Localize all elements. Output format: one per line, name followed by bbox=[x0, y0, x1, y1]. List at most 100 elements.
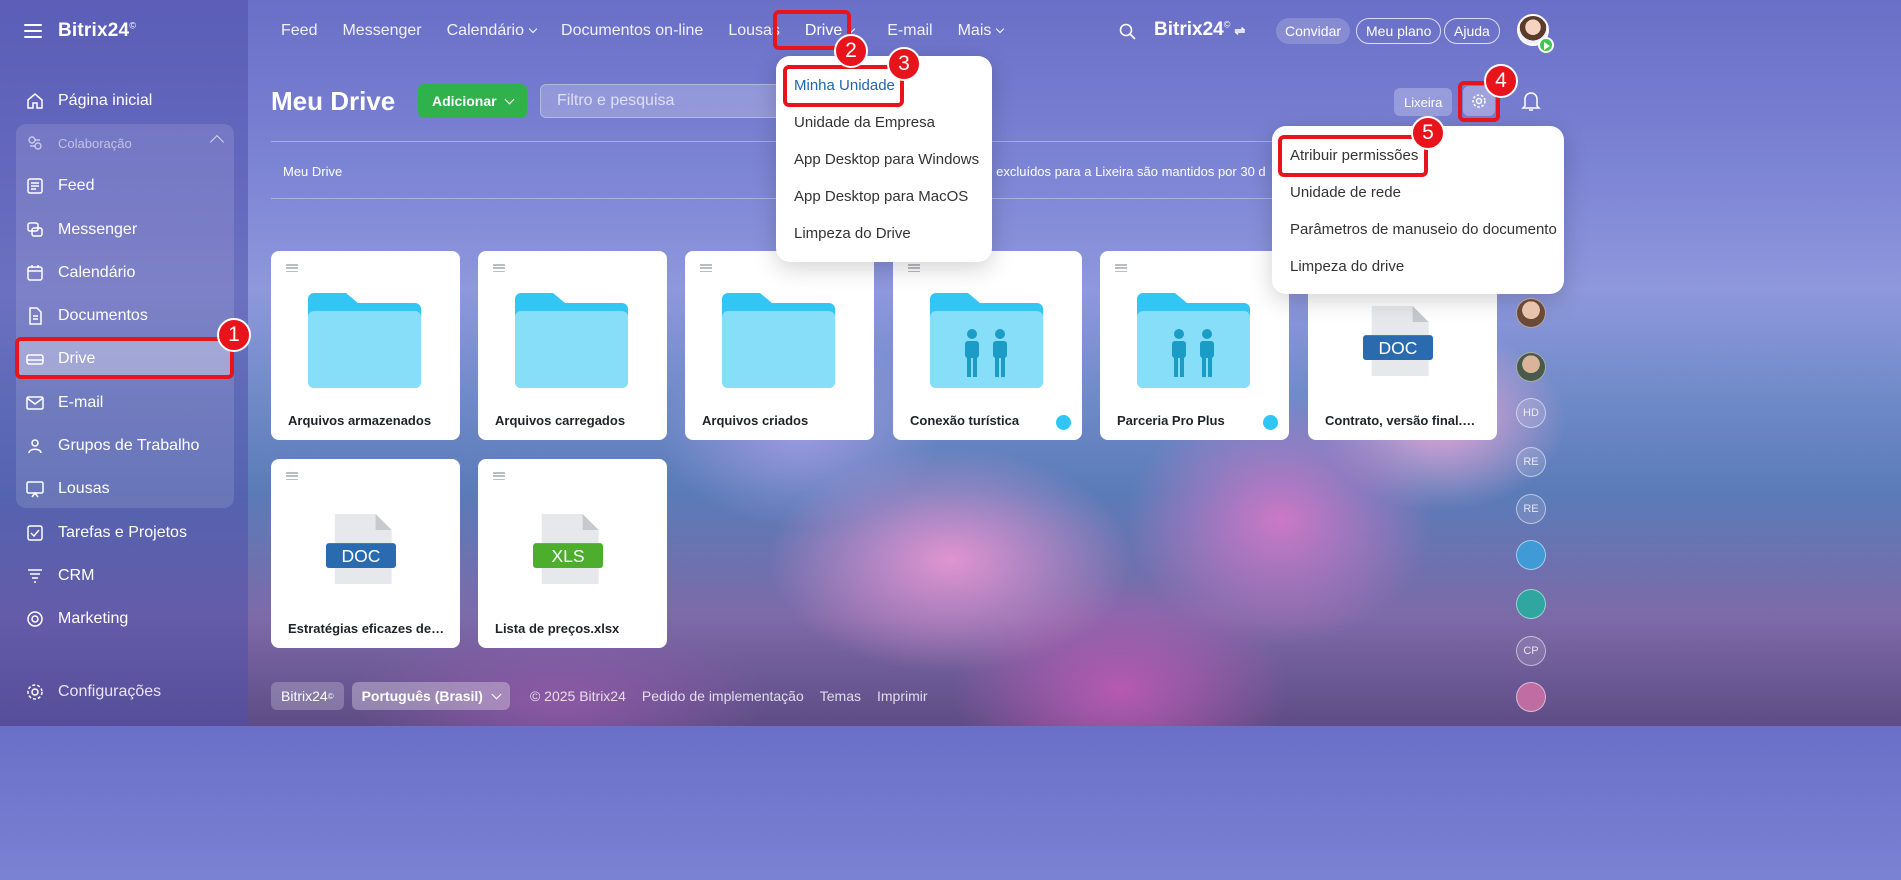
file-name: Arquivos criados bbox=[702, 413, 809, 428]
drag-handle-icon[interactable] bbox=[286, 472, 298, 480]
file-tile[interactable]: DOC Estratégias eficazes de ma... bbox=[271, 459, 460, 648]
footer-link-implementation[interactable]: Pedido de implementação bbox=[642, 688, 804, 704]
annotation-highlight bbox=[783, 65, 904, 107]
gear-icon bbox=[26, 683, 44, 701]
menu-item-desktop-windows[interactable]: App Desktop para Windows bbox=[794, 151, 979, 168]
sidebar-item-feed[interactable]: Feed bbox=[16, 167, 234, 205]
nav-feed[interactable]: Feed bbox=[281, 22, 317, 40]
check-rail-icon[interactable] bbox=[1516, 682, 1546, 712]
rail-avatar[interactable]: HD bbox=[1516, 398, 1546, 428]
play-icon[interactable] bbox=[1538, 37, 1554, 53]
file-tile[interactable]: Conexão turística bbox=[893, 251, 1082, 440]
folder-icon bbox=[722, 293, 835, 388]
annotation-badge: 4 bbox=[1484, 64, 1518, 98]
chevron-up-icon[interactable] bbox=[209, 134, 225, 150]
sidebar-item-label: Tarefas e Projetos bbox=[58, 524, 187, 541]
breadcrumb-item[interactable]: Meu Drive bbox=[283, 164, 342, 179]
svg-text:DOC: DOC bbox=[1379, 338, 1418, 358]
mail-icon bbox=[26, 394, 44, 412]
trash-button[interactable]: Lixeira bbox=[1394, 88, 1453, 116]
search-icon[interactable] bbox=[1119, 23, 1136, 45]
drag-handle-icon[interactable] bbox=[493, 472, 505, 480]
brand-logo[interactable]: Bitrix24© ⇌ bbox=[1154, 19, 1245, 41]
sidebar-item-messenger[interactable]: Messenger bbox=[16, 211, 234, 249]
drag-handle-icon[interactable] bbox=[1115, 264, 1127, 272]
sidebar-item-label: Grupos de Trabalho bbox=[58, 437, 200, 454]
rail-avatar[interactable] bbox=[1516, 298, 1546, 328]
drag-handle-icon[interactable] bbox=[286, 264, 298, 272]
sidebar-item-settings[interactable]: Configurações bbox=[16, 673, 234, 711]
folder-icon bbox=[515, 293, 628, 388]
chat-rail-icon[interactable] bbox=[1516, 540, 1546, 570]
my-plan-button[interactable]: Meu plano bbox=[1356, 18, 1442, 44]
drag-handle-icon[interactable] bbox=[493, 264, 505, 272]
logo[interactable]: Bitrix24© bbox=[58, 20, 136, 42]
file-name: Conexão turística bbox=[910, 413, 1020, 428]
shared-folder-icon bbox=[930, 293, 1043, 388]
invite-button[interactable]: Convidar bbox=[1276, 18, 1351, 44]
nav-label: Mais bbox=[957, 22, 992, 39]
drag-handle-icon[interactable] bbox=[700, 264, 712, 272]
folder-icon bbox=[308, 293, 421, 388]
sidebar-item-home[interactable]: Página inicial bbox=[16, 82, 234, 120]
sidebar-item-label: Lousas bbox=[58, 480, 110, 497]
chevron-down-icon bbox=[528, 24, 538, 34]
rail-avatar[interactable] bbox=[1516, 352, 1546, 382]
bell-icon[interactable] bbox=[1521, 90, 1541, 117]
drag-handle-icon[interactable] bbox=[908, 264, 920, 272]
nav-email[interactable]: E-mail bbox=[887, 22, 932, 40]
file-tile[interactable]: Parceria Pro Plus bbox=[1100, 251, 1289, 440]
sidebar-item-documents[interactable]: Documentos bbox=[16, 297, 234, 335]
shared-icon bbox=[1263, 415, 1278, 430]
sidebar-item-crm[interactable]: CRM bbox=[16, 557, 234, 595]
copyright: © 2025 Bitrix24 bbox=[529, 688, 626, 704]
menu-icon[interactable] bbox=[24, 24, 42, 38]
sidebar-item-workgroups[interactable]: Grupos de Trabalho bbox=[16, 427, 234, 465]
menu-item-document-handling[interactable]: Parâmetros de manuseio do documento bbox=[1290, 221, 1557, 238]
menu-item-company-drive[interactable]: Unidade da Empresa bbox=[794, 114, 935, 131]
bookmark-icon[interactable] bbox=[1516, 589, 1546, 619]
file-tile[interactable]: XLS Lista de preços.xlsx bbox=[478, 459, 667, 648]
menu-item-desktop-macos[interactable]: App Desktop para MacOS bbox=[794, 188, 968, 205]
file-name: Arquivos carregados bbox=[495, 413, 626, 428]
nav-messenger[interactable]: Messenger bbox=[342, 22, 421, 40]
sidebar-item-tasks[interactable]: Tarefas e Projetos bbox=[16, 514, 234, 552]
sidebar-item-email[interactable]: E-mail bbox=[16, 384, 234, 422]
add-button[interactable]: Adicionar bbox=[418, 84, 527, 118]
trash-retention-note: s excluídos para a Lixeira são mantidos … bbox=[986, 164, 1266, 179]
sidebar-item-label: Feed bbox=[58, 177, 95, 194]
nav-more[interactable]: Mais bbox=[957, 22, 1005, 40]
nav-online-documents[interactable]: Documentos on-line bbox=[561, 22, 703, 40]
annotation-badge: 1 bbox=[217, 318, 251, 352]
file-name: Contrato, versão final.docx bbox=[1325, 413, 1483, 428]
menu-item-drive-cleanup[interactable]: Limpeza do drive bbox=[1290, 258, 1404, 275]
sidebar-group-collaboration[interactable]: Colaboração bbox=[16, 124, 234, 162]
footer-brand[interactable]: Bitrix24 © bbox=[271, 682, 344, 710]
annotation-badge: 5 bbox=[1411, 116, 1445, 150]
sidebar-item-label: Documentos bbox=[58, 307, 148, 324]
language-selector[interactable]: Português (Brasil) bbox=[351, 682, 510, 710]
annotation-highlight bbox=[15, 337, 234, 379]
rail-avatar[interactable]: CP bbox=[1516, 636, 1546, 666]
help-button[interactable]: Ajuda bbox=[1444, 18, 1500, 44]
rail-avatar[interactable]: RE bbox=[1516, 447, 1546, 477]
file-tile[interactable]: Arquivos criados bbox=[685, 251, 874, 440]
chevron-down-icon bbox=[504, 94, 515, 104]
footer: Bitrix24 © Português (Brasil) © 2025 Bitr… bbox=[271, 682, 928, 710]
shared-icon bbox=[1056, 415, 1071, 430]
chat-icon bbox=[26, 221, 44, 239]
file-tile[interactable]: Arquivos carregados bbox=[478, 251, 667, 440]
sidebar-item-calendar[interactable]: Calendário bbox=[16, 254, 234, 292]
footer-link-themes[interactable]: Temas bbox=[820, 688, 861, 704]
menu-item-network-drive[interactable]: Unidade de rede bbox=[1290, 184, 1401, 201]
menu-item-drive-cleanup[interactable]: Limpeza do Drive bbox=[794, 225, 911, 242]
footer-link-print[interactable]: Imprimir bbox=[877, 688, 928, 704]
shared-folder-icon bbox=[1137, 293, 1250, 388]
sidebar-item-boards[interactable]: Lousas bbox=[16, 470, 234, 508]
sidebar-item-marketing[interactable]: Marketing bbox=[16, 600, 234, 638]
nav-calendar[interactable]: Calendário bbox=[447, 22, 538, 40]
search-input[interactable] bbox=[540, 84, 800, 118]
checkbox-icon bbox=[26, 524, 44, 542]
file-tile[interactable]: Arquivos armazenados bbox=[271, 251, 460, 440]
rail-avatar[interactable]: RE bbox=[1516, 494, 1546, 524]
